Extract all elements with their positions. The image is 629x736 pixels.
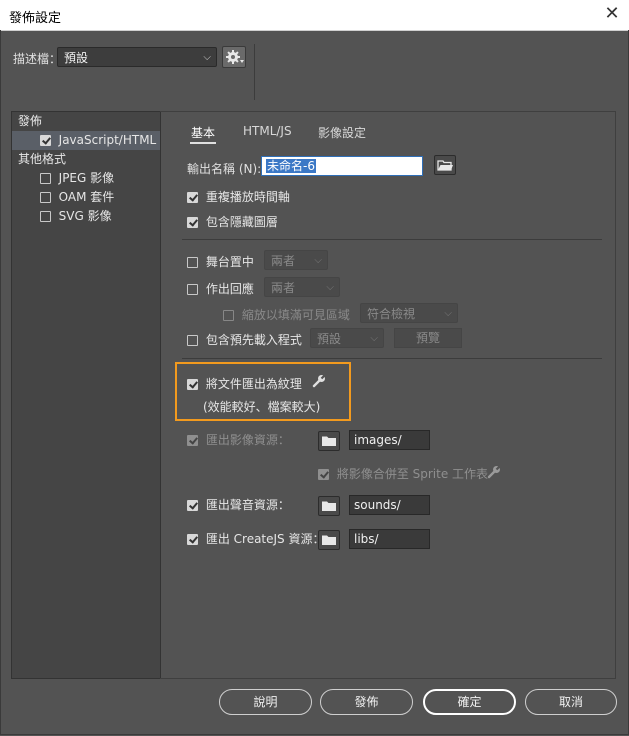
sounds-path-input[interactable]: sounds/: [349, 495, 430, 515]
chevron-down-icon: ⌵: [314, 255, 322, 266]
svg-checkbox[interactable]: [39, 211, 51, 222]
help-button[interactable]: 說明: [219, 689, 312, 715]
wrench-icon[interactable]: [311, 373, 327, 389]
sidebar-header-publish: 發佈: [18, 114, 43, 128]
sidebar-header-other-formats: 其他格式: [18, 152, 67, 166]
preview-button[interactable]: 預覽: [394, 328, 462, 348]
sidebar-item-label: SVG 影像: [58, 209, 112, 223]
profile-select-value: 預設: [64, 51, 89, 65]
combine-sprite-checkbox[interactable]: [318, 469, 329, 480]
output-name-value: 未命名-6: [266, 159, 316, 173]
preloader-checkbox[interactable]: [187, 335, 198, 346]
folder-open-icon: [437, 160, 453, 171]
tab-html-js[interactable]: HTML/JS: [243, 124, 292, 138]
hidden-layers-option[interactable]: 包含隱藏圖層: [187, 213, 278, 230]
jpeg-checkbox[interactable]: [39, 173, 51, 184]
combine-sprite-option[interactable]: 將影像合併至 Sprite 工作表: [318, 465, 488, 482]
responsive-label: 作出回應: [205, 282, 254, 296]
output-name-label: 輸出名稱 (N):: [187, 162, 262, 176]
header-divider: [254, 44, 255, 100]
libs-path-input[interactable]: libs/: [349, 529, 430, 549]
sidebar-item-svg[interactable]: SVG 影像: [12, 207, 160, 226]
folder-icon: [322, 436, 336, 446]
preloader-option[interactable]: 包含預先載入程式: [187, 331, 302, 348]
sounds-folder-button[interactable]: [318, 496, 340, 516]
chevron-down-icon: ⌵: [326, 282, 334, 293]
folder-icon: [322, 501, 336, 511]
preloader-select[interactable]: 預設 ⌵: [310, 328, 384, 348]
close-icon[interactable]: ✕: [600, 2, 624, 26]
export-createjs-checkbox[interactable]: [187, 534, 198, 545]
title-bar: 發佈設定 ✕: [0, 0, 629, 31]
images-path-input[interactable]: images/: [349, 430, 430, 450]
scale-fill-checkbox[interactable]: [223, 310, 234, 321]
responsive-checkbox[interactable]: [187, 284, 198, 295]
oam-checkbox[interactable]: [39, 192, 51, 203]
sidebar-item-javascript-html[interactable]: JavaScript/HTML: [12, 131, 160, 150]
createjs-folder-button[interactable]: [318, 530, 340, 550]
profile-select[interactable]: 預設 ⌵: [57, 47, 217, 67]
cancel-button[interactable]: 取消: [525, 689, 617, 715]
chevron-down-icon: ⌵: [444, 308, 452, 319]
wrench-icon[interactable]: [486, 464, 502, 480]
tab-basic[interactable]: 基本: [191, 124, 215, 141]
javascript-html-checkbox[interactable]: [39, 135, 51, 146]
active-tab-indicator: [190, 142, 216, 144]
export-sounds-label: 匯出聲音資源：: [205, 498, 290, 512]
center-stage-select[interactable]: 兩者 ⌵: [264, 250, 328, 270]
center-stage-checkbox[interactable]: [187, 257, 198, 268]
publish-button[interactable]: 發佈: [320, 689, 413, 715]
hidden-layers-label: 包含隱藏圖層: [205, 215, 278, 229]
images-folder-button[interactable]: [318, 431, 340, 451]
output-browse-button[interactable]: [434, 155, 456, 175]
preloader-value: 預設: [317, 332, 342, 346]
profile-label: 描述檔：: [13, 52, 62, 66]
export-images-label: 匯出影像資源：: [205, 433, 290, 447]
loop-timeline-checkbox[interactable]: [187, 192, 198, 203]
export-images-checkbox[interactable]: [187, 435, 198, 446]
export-createjs-option[interactable]: 匯出 CreateJS 資源：: [187, 530, 325, 547]
sidebar-item-label: OAM 套件: [58, 190, 115, 204]
scale-fill-select[interactable]: 符合檢視 ⌵: [360, 303, 458, 323]
scale-fill-label: 縮放以填滿可見區域: [241, 308, 350, 322]
hidden-layers-checkbox[interactable]: [187, 217, 198, 228]
export-sounds-checkbox[interactable]: [187, 500, 198, 511]
center-stage-option[interactable]: 舞台置中: [187, 253, 254, 270]
gear-icon: [226, 50, 244, 64]
export-createjs-label: 匯出 CreateJS 資源：: [205, 532, 325, 546]
combine-sprite-label: 將影像合併至 Sprite 工作表: [336, 467, 489, 481]
sidebar-item-jpeg[interactable]: JPEG 影像: [12, 169, 160, 188]
ok-button[interactable]: 確定: [423, 689, 516, 715]
export-texture-label: 將文件匯出為紋理: [205, 377, 302, 391]
chevron-down-icon: ⌵: [370, 333, 378, 344]
export-texture-checkbox[interactable]: [187, 379, 198, 390]
center-stage-value: 兩者: [271, 254, 296, 268]
folder-icon: [322, 535, 336, 545]
tab-image-settings[interactable]: 影像設定: [318, 124, 366, 141]
output-name-input[interactable]: 未命名-6: [261, 156, 423, 176]
scale-fill-value: 符合檢視: [367, 307, 416, 321]
loop-timeline-option[interactable]: 重複播放時間軸: [187, 188, 290, 205]
preloader-label: 包含預先載入程式: [205, 333, 302, 347]
format-sidebar: 發佈 JavaScript/HTML 其他格式 JPEG 影像 OAM 套件 S…: [11, 111, 161, 679]
responsive-value: 兩者: [271, 281, 296, 295]
center-stage-label: 舞台置中: [205, 255, 254, 269]
export-texture-note: (效能較好、檔案較大): [203, 400, 321, 414]
export-texture-option[interactable]: 將文件匯出為紋理: [187, 375, 302, 392]
loop-timeline-label: 重複播放時間軸: [205, 190, 290, 204]
sidebar-item-label: JavaScript/HTML: [58, 133, 157, 147]
responsive-option[interactable]: 作出回應: [187, 280, 254, 297]
profile-options-button[interactable]: [222, 46, 246, 68]
section-divider: [182, 358, 602, 359]
export-images-option[interactable]: 匯出影像資源：: [187, 431, 290, 448]
scale-fill-option[interactable]: 縮放以填滿可見區域: [223, 306, 350, 323]
section-divider: [182, 239, 602, 240]
responsive-select[interactable]: 兩者 ⌵: [264, 277, 340, 297]
sidebar-item-label: JPEG 影像: [58, 171, 115, 185]
chevron-down-icon: ⌵: [203, 52, 211, 63]
window-title: 發佈設定: [9, 11, 62, 26]
sidebar-item-oam[interactable]: OAM 套件: [12, 188, 160, 207]
export-sounds-option[interactable]: 匯出聲音資源：: [187, 496, 290, 513]
